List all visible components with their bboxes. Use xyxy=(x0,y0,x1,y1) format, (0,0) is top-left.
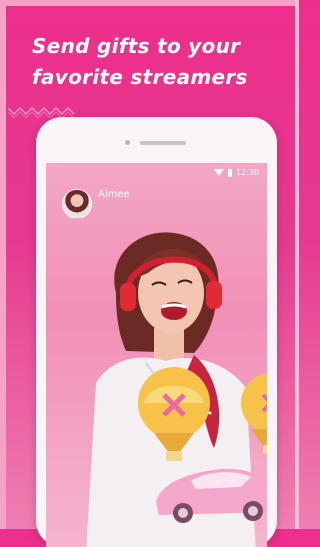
border-right xyxy=(295,0,299,529)
status-time: 12:30 xyxy=(235,168,259,177)
battery-icon xyxy=(227,168,232,177)
streamer-name[interactable]: Aimee xyxy=(98,189,130,200)
status-bar: 12:30 xyxy=(213,168,259,177)
promo-headline: Send gifts to your favorite streamers xyxy=(32,31,282,93)
headline-line-1: Send gifts to your xyxy=(32,34,241,58)
gift-balloon-icon[interactable] xyxy=(134,365,214,465)
wifi-icon xyxy=(213,169,224,176)
phone-speaker xyxy=(140,141,186,145)
streamer-avatar[interactable] xyxy=(62,189,92,219)
gift-car-icon[interactable] xyxy=(151,457,267,527)
border-top xyxy=(0,0,299,6)
zigzag-decoration xyxy=(8,107,75,118)
headline-line-2: favorite streamers xyxy=(32,65,248,89)
phone-camera xyxy=(125,140,130,145)
border-left xyxy=(0,0,6,529)
phone-mockup: 12:30 Aimee xyxy=(36,117,277,547)
gift-balloon-icon-2[interactable] xyxy=(236,371,267,461)
phone-screen: 12:30 Aimee xyxy=(46,163,267,547)
